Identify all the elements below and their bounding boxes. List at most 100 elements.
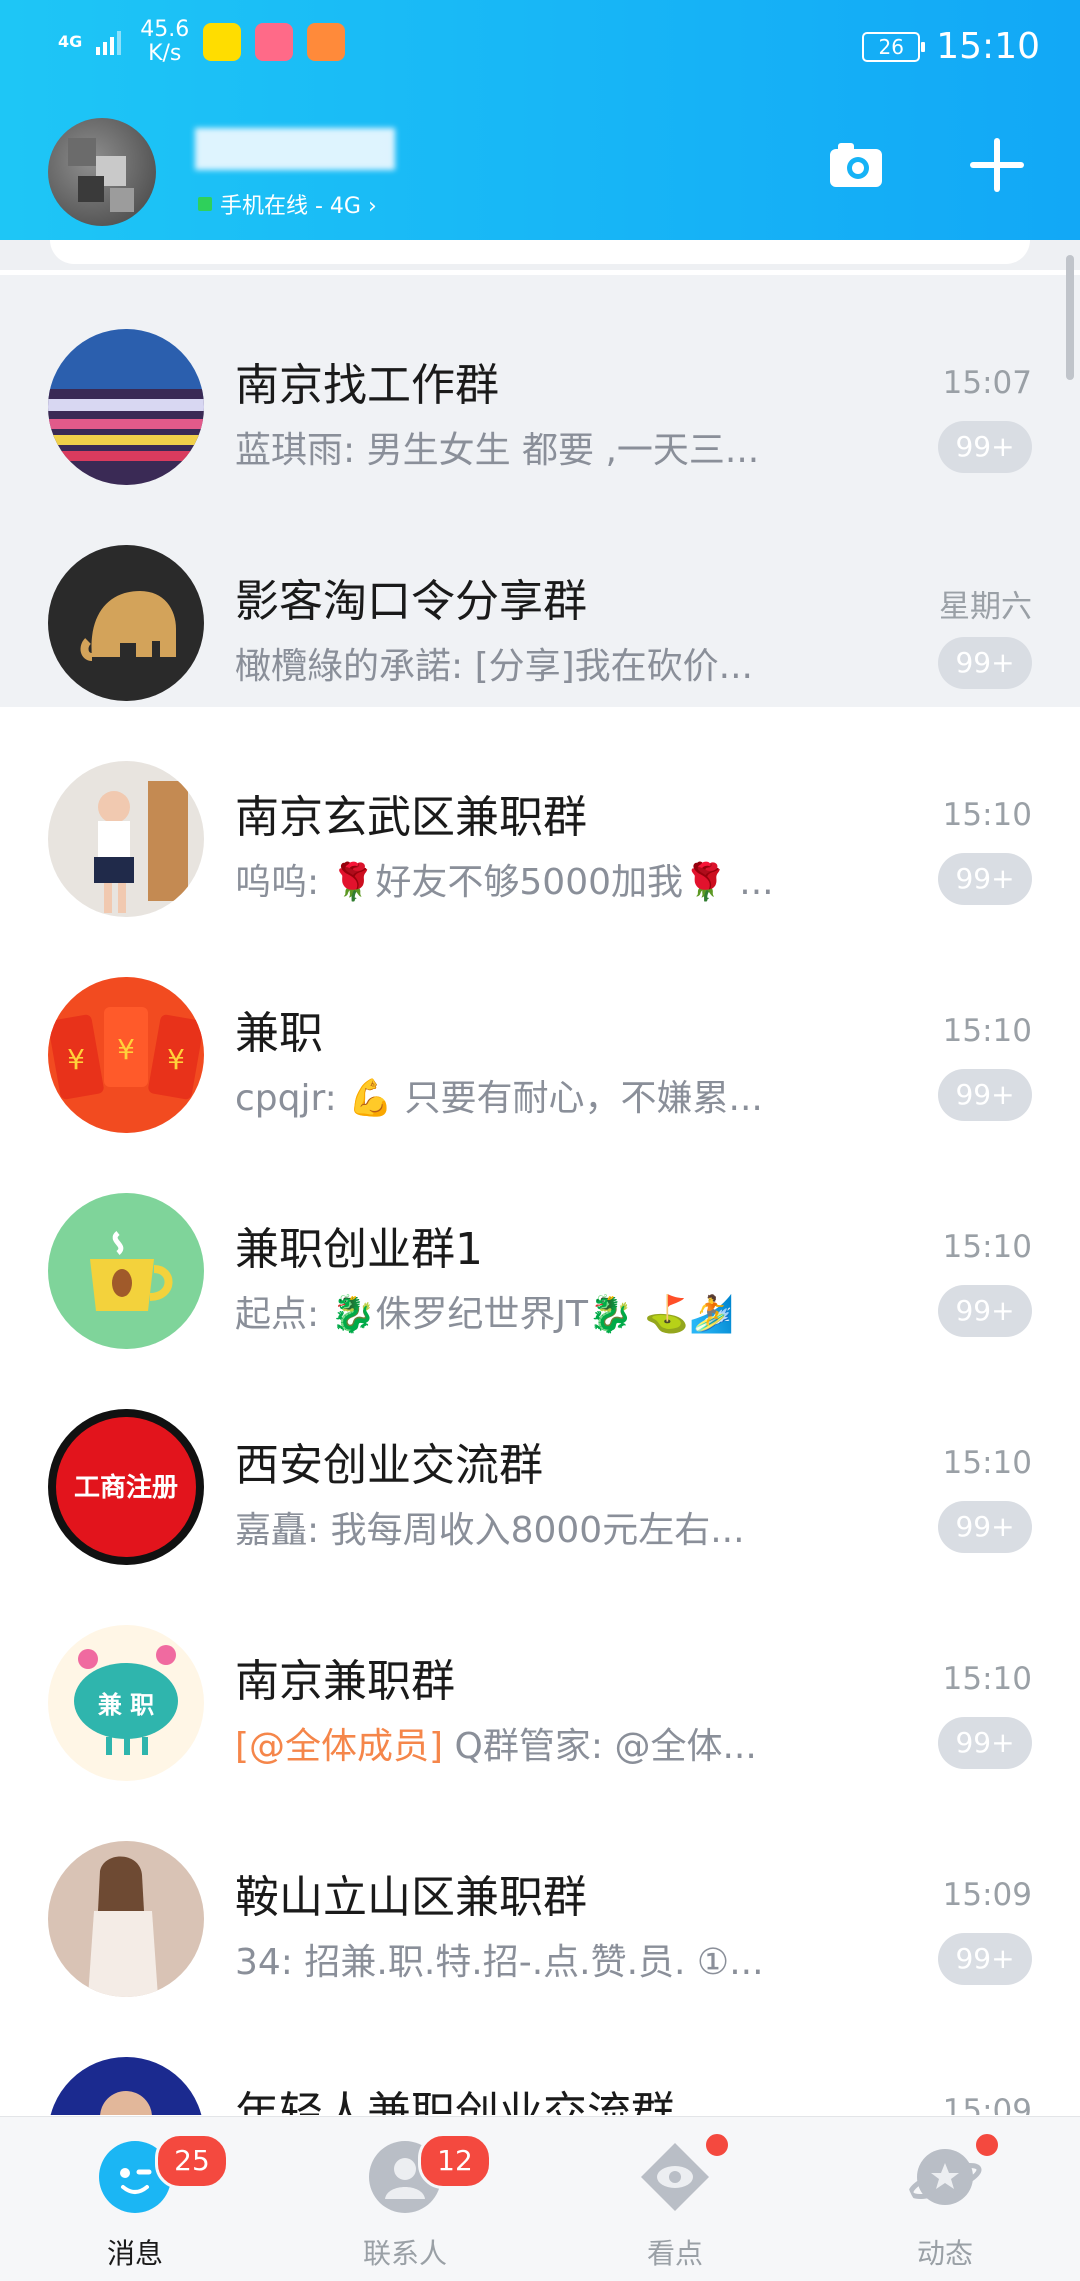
chat-title: 兼职创业群1 [235,1224,483,1275]
video-app-icon [307,23,346,61]
chat-avatar: ¥ ¥ ¥ [48,977,204,1133]
chat-item[interactable]: ¥ ¥ ¥ 兼职 cpqjr: 💪 只要有耐心，不嫌累... 15:10 99+ [0,923,1080,1139]
coffee-cup-icon [90,1231,173,1311]
elephant-icon [80,591,176,661]
chat-title: 影客淘口令分享群 [235,576,587,627]
tab-bar: 25 消息 12 联系人 看点 动态 [0,2116,1080,2281]
chat-title: 南京兼职群 [235,1656,455,1707]
dongtai-dot [973,2131,1001,2159]
signal-indicator: 4G [58,32,83,51]
chat-preview: cpqjr: 💪 只要有耐心，不嫌累... [235,1078,763,1119]
chat-item[interactable]: 兼 职 南京兼职群 [@全体成员] Q群管家: @全体... 15:10 99+ [0,1571,1080,1787]
svg-text:¥: ¥ [117,1033,135,1066]
net-speed-value: 45.6 [140,17,190,42]
chat-title: 西安创业交流群 [235,1440,543,1491]
chat-time: 15:09 [942,1877,1032,1913]
chat-item[interactable]: 鞍山立山区兼职群 34: 招兼.职.特.招-.点.赞.员. ①... 15:09… [0,1787,1080,2003]
chat-preview: 嘉矗: 我每周收入8000元左右... [235,1510,745,1551]
tab-label: 看点 [646,2237,703,2270]
chat-item[interactable]: 影客淘口令分享群 橄欖綠的承諾: [分享]我在砍价... 星期六 99+ [0,491,1080,707]
planet-star-icon [908,2149,982,2205]
live-app-icon [255,23,294,61]
avatar-text-gongshang: 工商注册 [73,1473,178,1503]
chat-time: 15:10 [942,797,1032,833]
yy-app-icon [203,23,242,61]
chat-avatar [48,545,204,701]
tab-label: 动态 [916,2237,973,2270]
profile-name-blurred[interactable] [195,128,395,170]
chat-avatar: 工商注册 [48,1409,204,1565]
chat-title: 南京玄武区兼职群 [235,792,587,843]
red-envelope-icon: ¥ ¥ ¥ [48,1007,204,1100]
chat-preview: 34: 招兼.职.特.招-.点.赞.员. ①... [235,1942,764,1983]
scrollbar[interactable] [1066,255,1074,380]
chat-avatar [48,1841,204,1997]
unread-badge: 99+ [938,1717,1032,1769]
chat-avatar [48,761,204,917]
contacts-badge: 12 [418,2133,492,2189]
net-speed-unit: K/s [148,41,182,66]
mention-highlight: [@全体成员] [235,1726,444,1767]
header: 手机在线 - 4G › [0,90,1080,240]
search-bar[interactable] [50,240,1030,264]
chat-preview: [@全体成员] Q群管家: @全体... [235,1717,757,1769]
chat-preview: 起点: 🐉侏罗纪世界JT🐉 ⛳🏄 [235,1294,734,1335]
battery-icon: 26 [862,31,926,62]
status-bar: 4G 45.6 K/s 26 15:10 [0,0,1080,90]
chat-title: 兼职 [235,1008,323,1059]
chat-title: 南京找工作群 [235,360,499,411]
unread-badge: 99+ [938,421,1032,473]
chat-preview: 橄欖綠的承諾: [分享]我在砍价... [235,646,753,687]
chat-item[interactable]: 工商注册 西安创业交流群 嘉矗: 我每周收入8000元左右... 15:10 9… [0,1355,1080,1571]
chat-time: 15:09 [942,2093,1032,2115]
tab-label: 消息 [106,2237,163,2270]
online-status[interactable]: 手机在线 - 4G › [198,188,377,220]
camera-button[interactable] [826,135,886,195]
unread-badge: 99+ [938,1069,1032,1121]
tab-contacts[interactable]: 12 联系人 [270,2117,540,2281]
chat-preview: 蓝琪雨: 男生女生 都要 ,一天三... [235,430,760,471]
chat-avatar: 兼 职 [48,1625,204,1781]
tab-kandian[interactable]: 看点 [540,2117,810,2281]
avatar-text-jianzhi: 兼 职 [97,1691,155,1719]
add-button[interactable] [966,134,1028,196]
chat-title: 年轻人兼职创业交流群 [235,2088,675,2115]
svg-text:¥: ¥ [67,1043,85,1076]
chat-preview: 呜呜: 🌹好友不够5000加我🌹 ... [235,862,774,903]
unread-badge: 99+ [938,1933,1032,1985]
chat-avatar [48,329,204,485]
chat-preview-text: Q群管家: @全体... [443,1726,757,1767]
camera-icon [830,143,882,187]
chat-time: 15:10 [942,1013,1032,1049]
status-left: 4G 45.6 K/s [58,18,346,66]
chat-item[interactable]: 南京找工作群 蓝琪雨: 男生女生 都要 ,一天三... 15:07 99+ [0,275,1080,491]
chat-avatar [48,2057,204,2115]
plus-icon [970,138,1024,192]
online-dot-icon [198,197,212,211]
profile-avatar[interactable] [48,118,156,226]
svg-text:¥: ¥ [167,1043,185,1076]
messages-badge: 25 [155,2133,229,2189]
chat-item[interactable]: 年轻人兼职创业交流群 15:09 [0,2003,1080,2115]
chat-item[interactable]: 兼职创业群1 起点: 🐉侏罗纪世界JT🐉 ⛳🏄 15:10 99+ [0,1139,1080,1355]
tab-dongtai[interactable]: 动态 [810,2117,1080,2281]
unread-badge: 99+ [938,1501,1032,1553]
chat-time: 星期六 [939,589,1032,625]
chat-list: 南京找工作群 蓝琪雨: 男生女生 都要 ,一天三... 15:07 99+ 影客… [0,275,1080,2115]
kandian-dot [703,2131,731,2159]
net-speed: 45.6 K/s [140,18,189,66]
chat-time: 15:07 [942,365,1032,401]
chat-time: 15:10 [942,1661,1032,1697]
tab-label: 联系人 [362,2237,447,2270]
status-right: 26 15:10 [862,26,1040,67]
chat-avatar [48,1193,204,1349]
unread-badge: 99+ [938,853,1032,905]
tab-messages[interactable]: 25 消息 [0,2117,270,2281]
chat-title: 鞍山立山区兼职群 [235,1872,587,1923]
unread-badge: 99+ [938,637,1032,689]
signal-bars-icon [96,31,122,55]
chat-item[interactable]: 南京玄武区兼职群 呜呜: 🌹好友不够5000加我🌹 ... 15:10 99+ [0,707,1080,923]
eye-icon [641,2143,709,2211]
unread-badge: 99+ [938,1285,1032,1337]
chat-time: 15:10 [942,1229,1032,1265]
